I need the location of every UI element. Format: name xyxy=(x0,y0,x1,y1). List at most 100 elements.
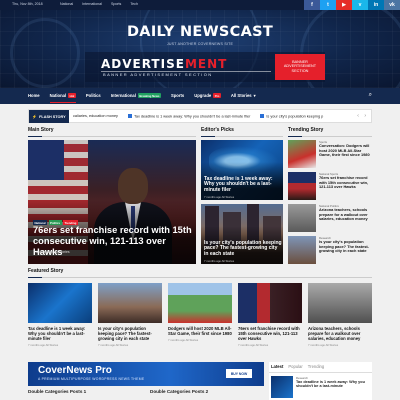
flash-story-bar: ⚡ FLASH STORY caliaries, education money … xyxy=(28,109,372,123)
ticker-arrows[interactable]: ‹ › xyxy=(357,113,368,119)
featured-card[interactable]: 76ers set franchise record with 15th con… xyxy=(238,283,302,347)
chevron-down-icon: ▾ xyxy=(253,93,256,98)
featured-meta: 7 months ago All Stories xyxy=(168,337,199,342)
current-date: Thu, Nov 8th, 2018 xyxy=(12,2,43,6)
pro-badge: Pro xyxy=(213,93,221,98)
covernews-pro-banner[interactable]: CoverNews Pro A PREMIUM MULTIPURPOSE WOR… xyxy=(28,362,264,386)
ticker-item[interactable]: Tax deadline is 1 week away: Why you sho… xyxy=(127,114,250,119)
top-links: National International Sports Tech xyxy=(60,2,138,6)
section-title-double-categories-2: Double Categories Posts 2 xyxy=(150,389,209,394)
nav-item-politics[interactable]: Politics xyxy=(86,93,101,98)
latest-thumbnail xyxy=(271,376,293,398)
latest-title[interactable]: Tax deadline is 1 week away: Why you sho… xyxy=(296,380,369,389)
nav-item-upgrade[interactable]: Upgrade Pro xyxy=(194,93,221,98)
featured-title[interactable]: Tax deadline is 1 week away: Why you sho… xyxy=(28,326,92,342)
featured-card[interactable]: Dodgers will host 2020 MLB All-Star Game… xyxy=(168,283,232,342)
linkedin-icon[interactable]: in xyxy=(368,0,384,10)
section-divider xyxy=(201,135,283,137)
social-links: f t ▶ v in vk xyxy=(304,0,400,10)
top-link-national[interactable]: National xyxy=(60,2,73,6)
trending-title[interactable]: Arizona teachers, schools prepare for a … xyxy=(319,207,373,222)
breaking-news-badge: Breaking News xyxy=(137,93,161,98)
ticker-item[interactable]: Is your city's population keeping p xyxy=(260,114,323,119)
ad-box: BANNER ADVERTISEMENT SECTION xyxy=(275,54,325,80)
search-icon[interactable]: ⌕ xyxy=(369,92,372,99)
section-title-editors-picks: Editor's Picks xyxy=(201,127,234,133)
banner-subtitle: A PREMIUM MULTIPURPOSE WORDPRESS NEWS TH… xyxy=(38,377,145,381)
person-head xyxy=(118,168,148,204)
ad-subtitle: BANNER ADVERTISEMENT SECTION xyxy=(103,72,213,77)
nav-item-all-stories[interactable]: All Stories ▾ xyxy=(231,93,256,98)
latest-tabs: Latest Popular Trending xyxy=(269,362,326,371)
trending-title[interactable]: 76ers set franchise record with 15th con… xyxy=(319,175,373,190)
section-title-main-story: Main Story xyxy=(28,127,54,133)
editors-pick-meta: 7 months ago All Stories xyxy=(204,194,235,199)
nav-item-home[interactable]: Home xyxy=(28,93,40,98)
section-title-trending: Trending Story xyxy=(288,127,324,133)
tab-popular[interactable]: Popular xyxy=(288,364,302,369)
featured-thumbnail xyxy=(168,283,232,323)
news-ticker: caliaries, education money Tax deadline … xyxy=(73,114,323,119)
trending-item[interactable]: Research Is your city's population keepi… xyxy=(288,236,372,264)
featured-thumbnail xyxy=(98,283,162,323)
ticker-thumb-icon xyxy=(260,114,265,118)
facebook-icon[interactable]: f xyxy=(304,0,320,10)
featured-thumbnail xyxy=(238,283,302,323)
nav-item-sports[interactable]: Sports xyxy=(171,93,184,98)
editors-pick-card[interactable]: Tax deadline is 1 week away: Why you sho… xyxy=(201,140,283,200)
ticker-thumb-icon xyxy=(127,114,132,118)
top-link-tech[interactable]: Tech xyxy=(130,2,138,6)
featured-card[interactable]: Is your city's population keeping pace? … xyxy=(98,283,162,347)
trending-thumbnail xyxy=(288,204,316,232)
featured-thumbnail xyxy=(28,283,92,323)
featured-title[interactable]: Arizona teachers, schools prepare for a … xyxy=(308,326,372,342)
editors-pick-card[interactable]: Is your city's population keeping pace? … xyxy=(201,204,283,264)
top-link-sports[interactable]: Sports xyxy=(111,2,121,6)
vk-icon[interactable]: vk xyxy=(384,0,400,10)
featured-card[interactable]: Arizona teachers, schools prepare for a … xyxy=(308,283,372,347)
trending-item[interactable]: Sports Conversation: Dodgers will host 2… xyxy=(288,140,372,168)
section-title-featured: Featured Story xyxy=(28,268,64,274)
featured-meta: 7 months ago All Stories xyxy=(28,342,59,347)
trending-title[interactable]: Conversation: Dodgers will host 2020 MLB… xyxy=(319,143,373,158)
main-story-meta: 7 months ago All Stories xyxy=(33,250,70,254)
nav-item-international[interactable]: International Breaking News xyxy=(111,93,161,98)
tab-latest[interactable]: Latest xyxy=(271,364,283,369)
header-ad-banner[interactable]: ADVERTISEMENT BANNER ADVERTISEMENT SECTI… xyxy=(85,52,325,82)
section-divider xyxy=(28,276,372,278)
section-title-double-categories-1: Double Categories Posts 1 xyxy=(28,389,87,394)
top-link-international[interactable]: International xyxy=(82,2,102,6)
featured-title[interactable]: 76ers set franchise record with 15th con… xyxy=(238,326,302,342)
trending-thumbnail xyxy=(288,140,316,168)
vimeo-icon[interactable]: v xyxy=(352,0,368,10)
featured-title[interactable]: Dodgers will host 2020 MLB All-Star Game… xyxy=(168,326,232,337)
section-divider xyxy=(28,135,196,137)
featured-title[interactable]: Is your city's population keeping pace? … xyxy=(98,326,162,342)
site-logo[interactable]: DAILY NEWSCAST xyxy=(0,24,400,40)
top-bar: Thu, Nov 8th, 2018 National Internationa… xyxy=(0,0,400,10)
featured-thumbnail xyxy=(308,283,372,323)
buy-now-button[interactable]: BUY NOW xyxy=(226,369,252,378)
featured-meta: 7 months ago All Stories xyxy=(308,342,339,347)
trending-thumbnail xyxy=(288,172,316,200)
tab-trending[interactable]: Trending xyxy=(308,364,324,369)
site-header: DAILY NEWSCAST JUST ANOTHER COVERNEWS SI… xyxy=(0,10,400,88)
editors-pick-meta: 7 months ago All Stories xyxy=(204,258,235,263)
trending-item[interactable]: National Sports 76ers set franchise reco… xyxy=(288,172,372,200)
latest-item[interactable]: Research Tax deadline is 1 week away: Wh… xyxy=(271,376,371,398)
featured-meta: 7 months ago All Stories xyxy=(238,342,269,347)
nav-item-national[interactable]: National Hot xyxy=(49,93,77,103)
trending-title[interactable]: Is your city's population keeping pace? … xyxy=(319,239,373,254)
section-divider xyxy=(288,135,372,137)
flash-label: ⚡ FLASH STORY xyxy=(29,110,69,123)
ticker-item[interactable]: caliaries, education money xyxy=(73,114,118,119)
featured-card[interactable]: Tax deadline is 1 week away: Why you sho… xyxy=(28,283,92,347)
twitter-icon[interactable]: t xyxy=(320,0,336,10)
main-story-card[interactable]: National Politics Trending 76ers set fra… xyxy=(28,140,196,264)
trending-item[interactable]: National Politics Arizona teachers, scho… xyxy=(288,204,372,232)
editors-pick-title[interactable]: Tax deadline is 1 week away: Why you sho… xyxy=(204,176,282,194)
latest-widget: Latest Popular Trending Research Tax dea… xyxy=(269,362,372,400)
youtube-icon[interactable]: ▶ xyxy=(336,0,352,10)
trending-thumbnail xyxy=(288,236,316,264)
editors-pick-title[interactable]: Is your city's population keeping pace? … xyxy=(204,240,282,258)
